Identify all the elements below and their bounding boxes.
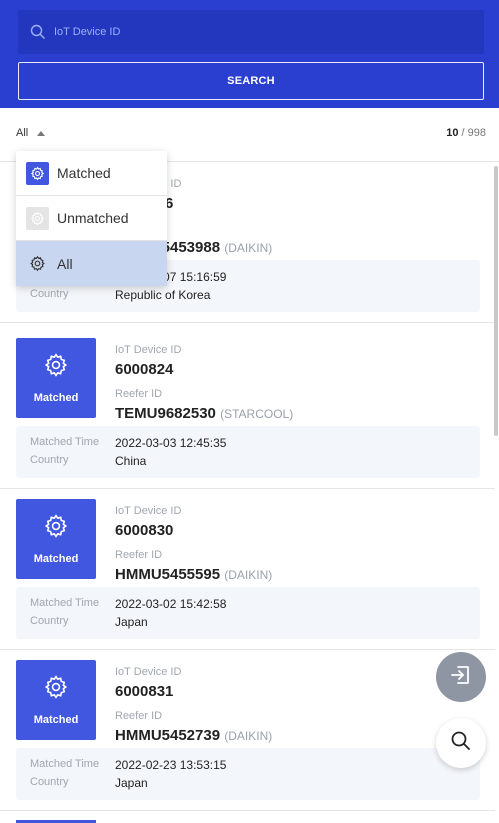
- country-value: Japan: [115, 615, 148, 629]
- device-id-value: 6000830: [115, 522, 174, 539]
- matched-badge: Matched: [16, 338, 96, 418]
- device-id-value: 6000831: [115, 683, 174, 700]
- reefer-id-label: Reefer ID: [115, 549, 163, 561]
- result-count: 10 / 998: [446, 127, 486, 139]
- reefer-maker: (DAIKIN): [224, 568, 273, 582]
- scrollbar[interactable]: [494, 166, 498, 436]
- badge-label: Matched: [33, 553, 79, 565]
- country-value: Japan: [115, 776, 148, 790]
- device-id-label: IoT Device ID: [115, 505, 182, 517]
- matched-badge: Matched: [16, 499, 96, 579]
- gear-icon: [26, 161, 49, 185]
- gear-icon: [26, 206, 49, 230]
- exit-button[interactable]: [436, 652, 486, 702]
- match-info-box: Matched Time 2022-03-03 12:45:35 Country…: [16, 426, 480, 478]
- filter-option-unmatched[interactable]: Unmatched: [16, 196, 167, 241]
- matched-time-label: Matched Time: [30, 436, 100, 448]
- match-info-box: Matched Time 2022-02-23 13:53:15 Country…: [16, 748, 480, 800]
- exit-icon: [449, 663, 473, 692]
- count-separator: /: [458, 127, 468, 139]
- country-value: Republic of Korea: [115, 288, 211, 302]
- gear-icon: [26, 252, 49, 275]
- filter-option-label: Unmatched: [57, 210, 129, 226]
- filter-option-label: All: [57, 255, 73, 272]
- reefer-maker: (STARCOOL): [220, 407, 294, 421]
- reefer-id-value: HMMU5455595: [115, 566, 221, 583]
- country-label: Country: [30, 454, 69, 466]
- count-total: 998: [467, 127, 486, 139]
- filter-dropdown: Matched Unmatched All: [16, 151, 167, 286]
- matched-time-value: 2022-02-23 13:53:15: [115, 758, 227, 772]
- search-header: SEARCH: [0, 0, 499, 108]
- reefer-maker: (DAIKIN): [224, 729, 273, 743]
- match-info-box: Matched Time 2022-03-02 15:42:58 Country…: [16, 587, 480, 639]
- filter-selected-value: All: [16, 127, 29, 139]
- matched-time-label: Matched Time: [30, 758, 100, 770]
- matched-badge: Matched: [16, 660, 96, 740]
- filter-option-matched[interactable]: Matched: [16, 151, 167, 196]
- search-input[interactable]: [54, 26, 434, 38]
- gear-icon: [43, 352, 69, 383]
- device-card[interactable]: Matched IoT Device ID 6000830 Reefer ID …: [0, 489, 495, 650]
- reefer-id-value: TEMU9682530: [115, 405, 216, 422]
- matched-time-value: 2022-03-03 12:45:35: [115, 436, 227, 450]
- gear-icon: [43, 513, 69, 544]
- country-label: Country: [30, 288, 69, 300]
- device-card[interactable]: Matched IoT Device ID 6000831 Reefer ID …: [0, 650, 495, 811]
- device-id-label: IoT Device ID: [115, 666, 182, 678]
- search-icon: [30, 24, 46, 40]
- search-button[interactable]: SEARCH: [18, 62, 484, 100]
- matched-time-label: Matched Time: [30, 597, 100, 609]
- badge-label: Matched: [33, 714, 79, 726]
- country-label: Country: [30, 776, 69, 788]
- reefer-maker: (DAIKIN): [224, 241, 273, 255]
- badge-label: Matched: [33, 392, 79, 404]
- reefer-id-value: HMMU5452739: [115, 727, 221, 744]
- filter-select[interactable]: All: [16, 127, 46, 139]
- count-shown: 10: [446, 127, 459, 139]
- search-icon: [450, 730, 472, 757]
- country-label: Country: [30, 615, 69, 627]
- matched-time-value: 2022-03-02 15:42:58: [115, 597, 227, 611]
- gear-icon: [43, 674, 69, 705]
- search-fab-button[interactable]: [436, 718, 486, 768]
- reefer-id-label: Reefer ID: [115, 388, 163, 400]
- device-card[interactable]: Matched IoT Device ID 6000824 Reefer ID …: [0, 328, 495, 489]
- caret-up-icon: [37, 130, 46, 136]
- country-value: China: [115, 454, 147, 468]
- device-id-label: IoT Device ID: [115, 344, 182, 356]
- device-id-value: 6000824: [115, 361, 174, 378]
- filter-option-label: Matched: [57, 165, 111, 181]
- search-box[interactable]: [18, 10, 484, 54]
- reefer-id-label: Reefer ID: [115, 710, 163, 722]
- filter-option-all[interactable]: All: [16, 241, 167, 286]
